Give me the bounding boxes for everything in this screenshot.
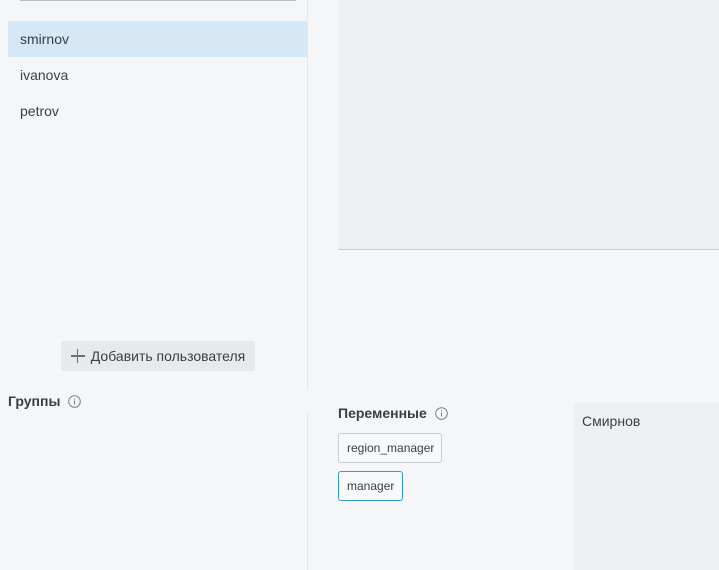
groups-title: Группы <box>8 393 61 409</box>
variable-chip-manager[interactable]: manager <box>338 471 403 501</box>
variable-chip-region-manager[interactable]: region_manager <box>338 433 442 463</box>
variable-value-panel: Смирнов <box>574 403 719 570</box>
info-icon[interactable] <box>68 394 82 408</box>
variables-title: Переменные <box>338 405 427 421</box>
groups-section-header: Группы <box>8 392 82 410</box>
user-list-item[interactable]: ivanova <box>8 57 307 93</box>
user-list-item[interactable]: smirnov <box>8 21 307 57</box>
search-input-underline[interactable] <box>20 0 296 1</box>
variables-section-header: Переменные <box>338 404 448 422</box>
panel-divider-bottom <box>307 412 308 570</box>
user-list: smirnov ivanova petrov <box>8 21 307 129</box>
add-user-button[interactable]: Добавить пользователя <box>61 341 255 371</box>
panel-divider <box>307 0 308 390</box>
preview-panel <box>338 0 719 250</box>
add-user-button-label: Добавить пользователя <box>90 348 246 364</box>
info-icon[interactable] <box>435 406 448 420</box>
plus-icon <box>70 349 85 363</box>
user-list-item[interactable]: petrov <box>8 93 307 129</box>
user-management-screen: smirnov ivanova petrov Добавить пользова… <box>0 0 719 570</box>
variable-value-text: Смирнов <box>582 413 641 429</box>
